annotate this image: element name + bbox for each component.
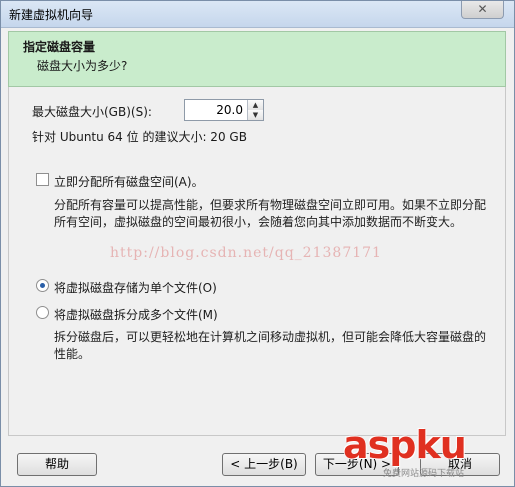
close-button[interactable]: ✕	[461, 1, 504, 19]
wizard-content: 最大磁盘大小(GB)(S): ▲ ▼ 针对 Ubuntu 64 位 的建议大小:…	[8, 87, 506, 435]
max-size-label: 最大磁盘大小(GB)(S):	[32, 105, 152, 119]
wizard-header: 指定磁盘容量 磁盘大小为多少?	[8, 31, 506, 87]
close-icon: ✕	[477, 2, 488, 16]
max-size-input[interactable]	[185, 100, 247, 120]
watermark-url: http://blog.csdn.net/qq_21387171	[110, 245, 382, 261]
stepper-buttons: ▲ ▼	[247, 100, 263, 120]
recommended-size-text: 针对 Ubuntu 64 位 的建议大小: 20 GB	[32, 130, 247, 144]
multi-file-radio[interactable]	[36, 306, 49, 319]
single-file-label[interactable]: 将虚拟磁盘存储为单个文件(O)	[54, 279, 217, 296]
max-size-stepper[interactable]: ▲ ▼	[184, 99, 264, 121]
allocate-now-label[interactable]: 立即分配所有磁盘空间(A)。	[54, 173, 204, 190]
stepper-down-button[interactable]: ▼	[248, 110, 263, 120]
wizard-window: 新建虚拟机向导 ✕ 指定磁盘容量 磁盘大小为多少? 最大磁盘大小(GB)(S):…	[0, 0, 515, 487]
allocate-desc-line2: 所有空间，虚拟磁盘的空间最初很小，会随着您向其中添加数据而不断变大。	[54, 215, 463, 229]
page-subtitle: 磁盘大小为多少?	[37, 59, 128, 73]
multi-desc-line1: 拆分磁盘后，可以更轻松地在计算机之间移动虚拟机，但可能会降低大容量磁盘的	[54, 330, 487, 344]
allocate-now-checkbox[interactable]	[36, 173, 49, 186]
logo-text: aspku	[343, 423, 467, 467]
logo-subtitle: 免费网站源码下载站	[383, 469, 465, 479]
back-button[interactable]: < 上一步(B)	[222, 453, 306, 476]
chevron-up-icon: ▲	[252, 101, 259, 109]
multi-desc-line2: 性能。	[54, 347, 91, 361]
page-title: 指定磁盘容量	[23, 40, 96, 54]
window-title: 新建虚拟机向导	[9, 8, 94, 22]
help-button[interactable]: 帮助	[17, 453, 97, 476]
single-file-radio[interactable]	[36, 279, 49, 292]
allocate-desc-line1: 分配所有容量可以提高性能，但要求所有物理磁盘空间立即可用。如果不立即分配	[54, 198, 487, 212]
title-bar[interactable]: 新建虚拟机向导 ✕	[1, 1, 514, 28]
multi-file-label[interactable]: 将虚拟磁盘拆分成多个文件(M)	[54, 306, 218, 323]
chevron-down-icon: ▼	[252, 111, 259, 119]
aspku-logo: aspku 免费网站源码下载站	[343, 423, 508, 479]
